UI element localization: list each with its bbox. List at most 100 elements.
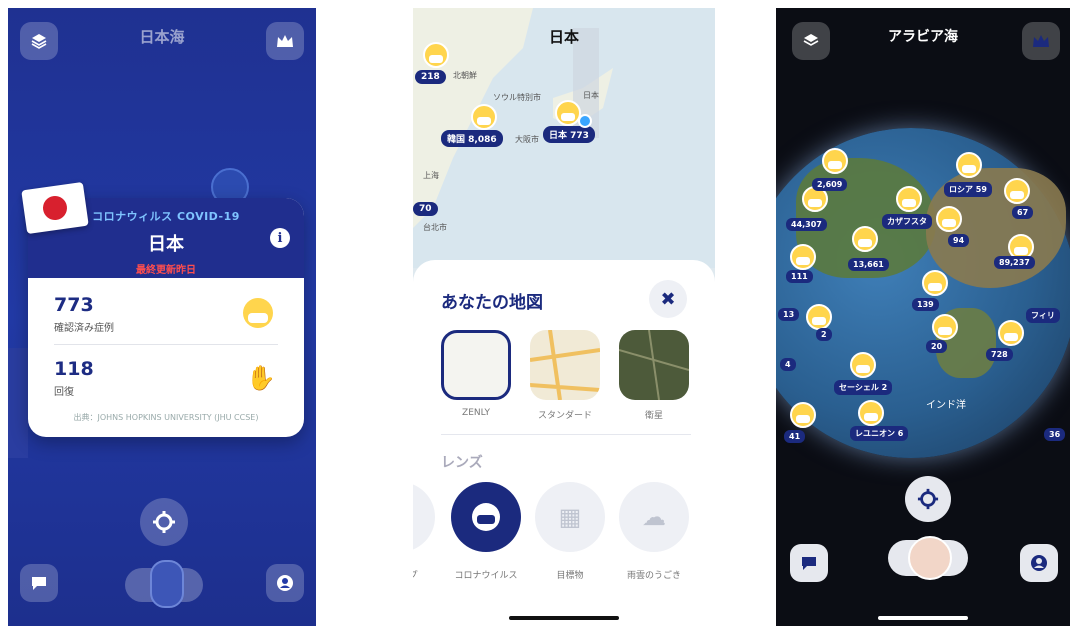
crosshair-icon: [153, 511, 175, 533]
masked-face-icon: [822, 148, 848, 174]
lens-coronavirus[interactable]: [451, 482, 521, 552]
masked-face-icon: [922, 270, 948, 296]
crown-icon: [1033, 35, 1049, 47]
covid-card: コロナウィルス COVID-19 日本 最終更新昨日 i 773 確認済み症例 …: [28, 198, 304, 437]
info-icon[interactable]: i: [270, 228, 290, 248]
map-style-label-standard: スタンダード: [537, 411, 592, 421]
sheet-title: あなたの地図: [441, 293, 543, 313]
map-label-shanghai: 上海: [423, 171, 439, 180]
country-tag[interactable]: 111: [786, 270, 813, 283]
japan-flag-icon: [21, 181, 89, 235]
country-tag[interactable]: フィリ: [1026, 308, 1060, 323]
country-tag[interactable]: 728: [986, 348, 1013, 361]
map-pill-korea[interactable]: 韓国 8,086: [441, 130, 503, 147]
map-pill-2[interactable]: 70: [413, 202, 438, 216]
masked-face-icon: [806, 304, 832, 330]
my-avatar[interactable]: [150, 560, 184, 608]
masked-face-icon: [936, 206, 962, 232]
screen-covid-card: 日本海 コロナウィルス COVID-19 日本 最終更新昨日 i 773 確認済…: [8, 8, 316, 626]
country-tag[interactable]: 13: [778, 308, 800, 321]
masked-face-icon: [471, 104, 497, 130]
map-pill-1[interactable]: 218: [415, 70, 446, 84]
map-label-japan: 日本: [583, 91, 599, 100]
chat-button[interactable]: [790, 544, 828, 582]
screen-globe: アラビア海 2,609 ロシア 59 67 44,307 カザフスタ 94 89…: [776, 8, 1070, 626]
map-style-satellite[interactable]: [619, 330, 689, 400]
chat-icon: [32, 577, 46, 590]
country-tag[interactable]: セーシェル 2: [834, 380, 893, 395]
close-icon: ✖: [660, 288, 676, 310]
locate-button[interactable]: [905, 476, 951, 522]
country-tag[interactable]: ロシア 59: [944, 182, 992, 197]
lens-landmark[interactable]: ▦: [535, 482, 605, 552]
country-tag[interactable]: 44,307: [786, 218, 827, 231]
last-updated: 最終更新昨日: [136, 265, 196, 276]
confirmed-count: 773: [54, 294, 94, 316]
country-tag[interactable]: 2,609: [812, 178, 848, 191]
lens-label-landmark: 目標物: [556, 571, 584, 581]
country-tag[interactable]: 4: [780, 358, 796, 371]
lens-label-rain: 雨雲のうごき: [626, 571, 681, 581]
masked-face-icon: [956, 152, 982, 178]
profile-button[interactable]: [266, 564, 304, 602]
chat-button[interactable]: [20, 564, 58, 602]
crown-icon: [277, 35, 293, 47]
close-button[interactable]: ✖: [649, 280, 687, 318]
masked-face-icon: [1004, 178, 1030, 204]
my-avatar[interactable]: [908, 536, 952, 580]
map-style-zenly[interactable]: [441, 330, 511, 400]
divider: [441, 434, 691, 435]
country-tag[interactable]: 67: [1012, 206, 1034, 219]
locate-button[interactable]: [140, 498, 188, 546]
map-style-standard[interactable]: [530, 330, 600, 400]
landmass: [8, 348, 28, 458]
masked-face-icon: [932, 314, 958, 340]
country-tag[interactable]: カザフスタ: [882, 214, 932, 229]
country-tag[interactable]: レユニオン 6: [850, 426, 909, 441]
home-indicator: [509, 616, 619, 620]
lens-label-partial: プ: [413, 568, 423, 581]
country-tag[interactable]: 2: [816, 328, 832, 341]
masked-face-icon: [850, 352, 876, 378]
lens-partial[interactable]: [413, 482, 435, 552]
map-pill-japan[interactable]: 日本 773: [543, 126, 595, 143]
map-label-nk: 北朝鮮: [453, 71, 477, 80]
crosshair-icon: [917, 488, 939, 510]
country-name: 日本: [148, 234, 184, 255]
cloud-rain-icon: ☁: [642, 503, 666, 531]
confirmed-label: 確認済み症例: [54, 323, 114, 334]
country-tag[interactable]: 89,237: [994, 256, 1035, 269]
praying-hands-icon: ✋: [246, 364, 276, 392]
profile-icon: [277, 575, 293, 591]
profile-button[interactable]: [1020, 544, 1058, 582]
country-tag[interactable]: 94: [948, 234, 970, 247]
recovered-count: 118: [54, 358, 94, 380]
country-tag[interactable]: 20: [926, 340, 948, 353]
lens-rain[interactable]: ☁: [619, 482, 689, 552]
home-indicator: [878, 616, 968, 620]
masked-face-icon: [243, 298, 273, 328]
location-dot: [578, 114, 592, 128]
country-tag[interactable]: 41: [784, 430, 806, 443]
masked-face-icon: [790, 402, 816, 428]
map-style-label-zenly: ZENLY: [462, 408, 490, 418]
building-icon: ▦: [558, 503, 582, 531]
masked-face-icon: [423, 42, 449, 68]
masked-face-icon: [858, 400, 884, 426]
country-tag[interactable]: 13,661: [848, 258, 889, 271]
recovered-label: 回復: [54, 387, 74, 398]
ocean-label: インド洋: [926, 400, 966, 411]
map-title: 日本: [548, 28, 579, 46]
crown-button[interactable]: [1022, 22, 1060, 60]
lens-title: レンズ: [441, 455, 483, 471]
crown-button[interactable]: [266, 22, 304, 60]
chat-icon: [802, 557, 816, 570]
masked-face-icon: [896, 186, 922, 212]
map-label-osaka: 大阪市: [515, 135, 539, 144]
masked-face-icon: [852, 226, 878, 252]
map-settings-sheet: あなたの地図 ✖ ZENLY スタンダード 衛星 レンズ ▦ ☁ プ コロナウイ…: [413, 260, 715, 626]
lens-label-coronavirus: コロナウイルス: [454, 571, 518, 581]
map-label-taipei: 台北市: [423, 223, 447, 232]
country-tag[interactable]: 36: [1044, 428, 1066, 441]
country-tag[interactable]: 139: [912, 298, 939, 311]
